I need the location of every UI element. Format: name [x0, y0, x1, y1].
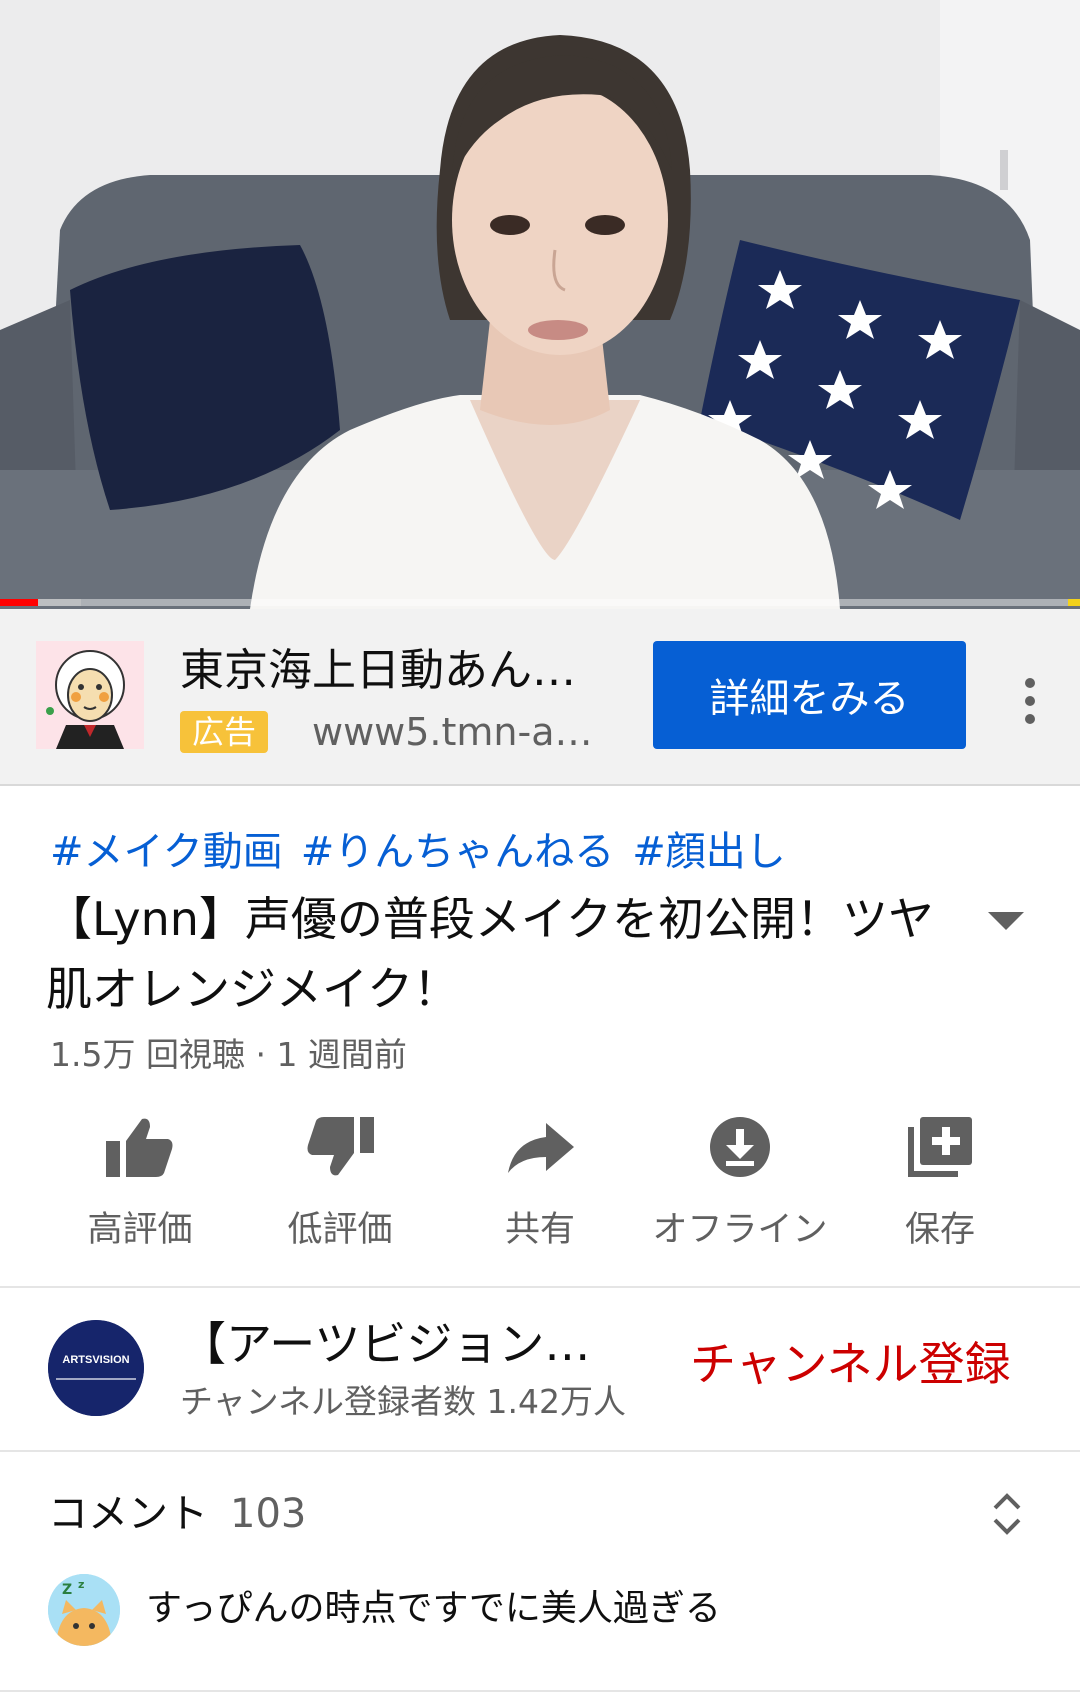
- like-button[interactable]: 高評価: [40, 1115, 240, 1252]
- comment-text[interactable]: すっぴんの時点ですでに美人過ぎる: [146, 1582, 721, 1636]
- download-label: オフライン: [652, 1210, 828, 1250]
- commenter-avatar[interactable]: Z z: [48, 1574, 120, 1646]
- action-bar: 高評価 低評価 共有 オフライン 保存: [40, 1115, 1040, 1265]
- video-buffer-bar: [37, 599, 81, 606]
- ad-details-button[interactable]: 詳細をみる: [653, 641, 966, 749]
- video-progress-bar[interactable]: [0, 599, 1080, 606]
- video-progress-fill: [0, 599, 38, 606]
- divider: [0, 1286, 1080, 1288]
- video-player[interactable]: [0, 0, 1080, 609]
- divider: [0, 1450, 1080, 1452]
- add-to-playlist-icon: [908, 1117, 972, 1177]
- unfold-icon[interactable]: [990, 1490, 1024, 1538]
- share-label: 共有: [504, 1210, 575, 1250]
- ad-url[interactable]: www5.tmn-an…: [312, 707, 612, 757]
- download-button[interactable]: オフライン: [640, 1115, 840, 1252]
- thumb-up-icon: [106, 1118, 173, 1177]
- like-label: 高評価: [87, 1210, 193, 1250]
- share-icon: [508, 1123, 574, 1173]
- save-label: 保存: [904, 1210, 975, 1250]
- ad-badge: 広告: [180, 711, 269, 753]
- hashtag-link[interactable]: #顔出し: [632, 829, 786, 875]
- advertiser-logo: [36, 641, 144, 749]
- ad-banner[interactable]: 東京海上日動あん… 広告 www5.tmn-an… 詳細をみる: [0, 609, 1080, 786]
- channel-name[interactable]: 【アーツビジョン…: [180, 1312, 610, 1376]
- channel-avatar-text: ARTSVISION: [62, 1354, 130, 1366]
- share-button[interactable]: 共有: [440, 1115, 640, 1252]
- svg-text:Z: Z: [62, 1582, 72, 1598]
- video-title[interactable]: 【Lynn】声優の普段メイクを初公開！ツヤ肌オレンジメイク！: [46, 884, 966, 1024]
- comments-label: コメント: [48, 1491, 208, 1537]
- ad-title[interactable]: 東京海上日動あん…: [180, 641, 610, 701]
- comments-header[interactable]: コメント 103: [48, 1484, 306, 1544]
- thumb-down-icon: [307, 1117, 374, 1176]
- download-icon: [710, 1117, 770, 1177]
- comments-count: 103: [230, 1491, 307, 1537]
- video-frame: [0, 0, 1080, 609]
- dislike-label: 低評価: [287, 1210, 393, 1250]
- hashtag-link[interactable]: #メイク動画: [50, 829, 283, 875]
- ad-marker: [1068, 599, 1080, 606]
- subscribe-button[interactable]: チャンネル登録: [690, 1332, 1011, 1396]
- save-button[interactable]: 保存: [840, 1115, 1040, 1252]
- more-vert-icon[interactable]: [1010, 671, 1050, 731]
- expand-description-icon[interactable]: [986, 910, 1026, 934]
- sheep-mascot-icon: [36, 641, 144, 749]
- svg-text:z: z: [78, 1578, 84, 1591]
- divider: [0, 1690, 1080, 1692]
- dislike-button[interactable]: 低評価: [240, 1115, 440, 1252]
- video-meta: 1.5万 回視聴 · 1 週間前: [50, 1035, 407, 1074]
- cat-avatar-icon: Z z: [48, 1574, 120, 1646]
- hashtag-list: #メイク動画 #りんちゃんねる #顔出し: [50, 824, 804, 880]
- hashtag-link[interactable]: #りんちゃんねる: [301, 829, 615, 875]
- subscriber-count: チャンネル登録者数 1.42万人: [180, 1382, 626, 1421]
